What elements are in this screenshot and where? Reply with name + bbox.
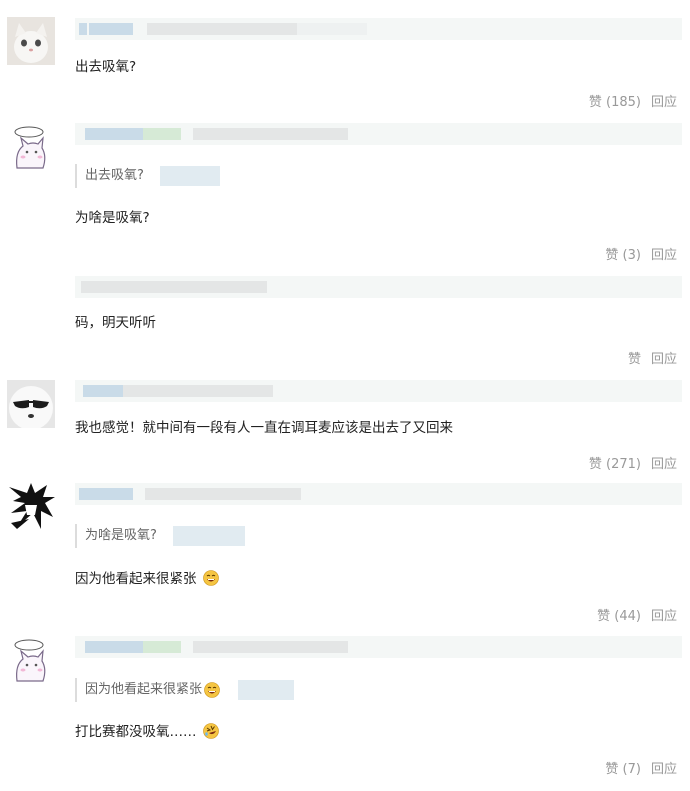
quoted-reply: 因为他看起来很紧张 — [75, 678, 295, 702]
avatar-cartoon-cat[interactable] — [7, 637, 55, 685]
grinning-sweat-emoji-icon — [204, 682, 220, 698]
like-button[interactable]: 赞 — [628, 351, 641, 369]
avatar-dog-sunglasses[interactable] — [7, 380, 55, 428]
grinning-sweat-emoji-icon — [202, 570, 219, 586]
comment-text: 码，明天听听 — [75, 315, 156, 331]
avatar-cat[interactable] — [7, 17, 55, 65]
quoted-reply: 为啥是吸氧? — [75, 524, 245, 548]
reply-button[interactable]: 回应 — [651, 456, 677, 474]
username-bar-blurred[interactable] — [75, 483, 682, 505]
like-button[interactable]: 赞 (3) — [605, 247, 641, 265]
reply-button[interactable]: 回应 — [651, 608, 677, 626]
comment-text: 我也感觉！就中间有一段有人一直在调耳麦应该是出去了又回来 — [75, 420, 453, 436]
avatar-anime[interactable] — [7, 483, 55, 531]
username-bar-blurred[interactable] — [75, 276, 682, 298]
quoted-username-blurred — [172, 526, 245, 546]
rolling-laughing-emoji-icon — [202, 723, 219, 739]
username-bar-blurred[interactable] — [75, 18, 682, 40]
reply-button[interactable]: 回应 — [651, 761, 677, 779]
quoted-username-blurred — [159, 166, 220, 186]
quoted-text: 为啥是吸氧? — [85, 528, 157, 543]
quoted-text: 出去吸氧? — [85, 168, 144, 183]
like-button[interactable]: 赞 (44) — [597, 608, 641, 626]
username-bar-blurred[interactable] — [75, 123, 682, 145]
comment-text-content: 因为他看起来很紧张 — [75, 571, 197, 587]
avatar-cartoon-cat[interactable] — [7, 124, 55, 172]
like-button[interactable]: 赞 (271) — [589, 456, 641, 474]
like-button[interactable]: 赞 (185) — [589, 94, 641, 112]
reply-button[interactable]: 回应 — [651, 247, 677, 265]
username-bar-blurred[interactable] — [75, 380, 682, 402]
quoted-reply: 出去吸氧? — [75, 164, 220, 188]
comment-text-content: 打比赛都没吸氧…… — [75, 724, 197, 740]
quoted-text: 因为他看起来很紧张 — [85, 682, 203, 697]
comment-text: 出去吸氧? — [75, 59, 137, 75]
comment-feed: 出去吸氧? 赞 (185) 回应 出去吸氧? 为啥是吸氧? 赞 (3) 回应 码… — [0, 0, 690, 791]
quoted-username-blurred — [238, 680, 295, 700]
reply-button[interactable]: 回应 — [651, 94, 677, 112]
comment-text: 为啥是吸氧? — [75, 210, 150, 226]
reply-button[interactable]: 回应 — [651, 351, 677, 369]
comment-text: 打比赛都没吸氧…… — [75, 722, 219, 742]
like-button[interactable]: 赞 (7) — [605, 761, 641, 779]
username-bar-blurred[interactable] — [75, 636, 682, 658]
comment-text: 因为他看起来很紧张 — [75, 569, 219, 589]
